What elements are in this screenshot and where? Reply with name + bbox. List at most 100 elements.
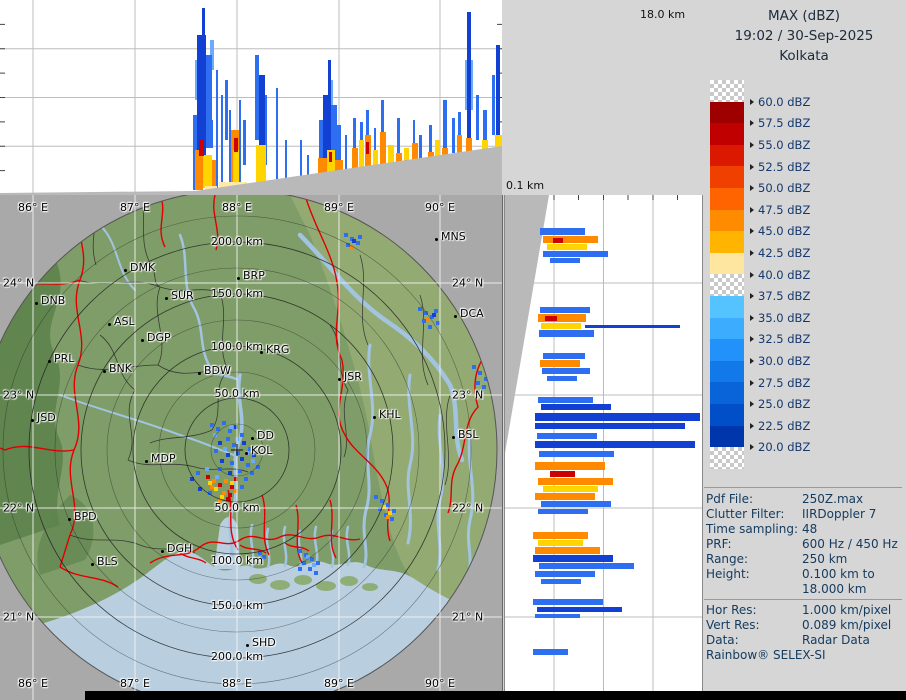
info-column: MAX (dBZ) 19:02 / 30-Sep-2025 Kolkata 60… — [702, 0, 906, 700]
city-marker-dot — [251, 437, 254, 440]
lon-label-top: 86° E — [18, 201, 48, 214]
city-marker-dot — [48, 360, 51, 363]
legend-swatch — [710, 166, 744, 188]
city-marker-dot — [338, 378, 341, 381]
info-block-1: Pdf File:250Z.maxClutter Filter:IIRDoppl… — [706, 492, 904, 597]
lon-label-bottom: 87° E — [120, 677, 150, 690]
city-marker-dot — [68, 518, 71, 521]
legend-entry-label: 52.5 dBZ — [750, 156, 810, 178]
separator — [704, 487, 902, 488]
city-marker-dot — [91, 563, 94, 566]
legend-entry-label: 57.5 dBZ — [750, 112, 810, 134]
legend-entry-label: 22.5 dBZ — [750, 415, 810, 437]
xz-projection-panel — [0, 0, 502, 196]
legend-swatch — [710, 145, 744, 167]
range-ring-label: 50.0 km — [214, 387, 259, 400]
city-label: JSR — [344, 370, 362, 383]
legend-tick-arrow-icon — [750, 99, 754, 105]
legend-label-column: 60.0 dBZ57.5 dBZ55.0 dBZ52.5 dBZ50.0 dBZ… — [750, 80, 900, 469]
legend-swatch — [710, 210, 744, 232]
range-ring-label: 150.0 km — [211, 599, 263, 612]
legend-entry-label: 60.0 dBZ — [750, 91, 810, 113]
city-marker-dot — [161, 550, 164, 553]
city-marker-dot — [246, 644, 249, 647]
lon-label-bottom: 86° E — [18, 677, 48, 690]
city-label: KRG — [266, 343, 289, 356]
legend-tick-arrow-icon — [750, 423, 754, 429]
legend-swatch — [710, 296, 744, 318]
city-label: SHD — [252, 636, 276, 649]
map-labels: 86° E86° E87° E87° E88° E88° E89° E89° E… — [0, 195, 502, 700]
product-title: MAX (dBZ) — [702, 6, 906, 26]
range-ring-label: 200.0 km — [211, 650, 263, 663]
city-label: SUR — [171, 289, 194, 302]
city-marker-dot — [373, 416, 376, 419]
legend-tick-arrow-icon — [750, 120, 754, 126]
lon-label-top: 89° E — [324, 201, 354, 214]
range-ring-label: 100.0 km — [211, 340, 263, 353]
city-marker-dot — [454, 315, 457, 318]
legend-entry-label: 42.5 dBZ — [750, 242, 810, 264]
legend-entry-label: 27.5 dBZ — [750, 372, 810, 394]
city-label: JSD — [37, 411, 56, 424]
legend-tick-arrow-icon — [750, 315, 754, 321]
height-axis-max-label: 18.0 km — [640, 8, 685, 21]
legend-tick-arrow-icon — [750, 272, 754, 278]
legend-tick-arrow-icon — [750, 336, 754, 342]
legend-entry-label: 40.0 dBZ — [750, 264, 810, 286]
city-label: BNK — [109, 362, 132, 375]
legend-entry-label: 45.0 dBZ — [750, 220, 810, 242]
city-marker-dot — [145, 460, 148, 463]
map-panel: 86° E86° E87° E87° E88° E88° E89° E89° E… — [0, 195, 503, 700]
city-marker-dot — [103, 370, 106, 373]
city-marker-dot — [260, 351, 263, 354]
lon-label-top: 90° E — [425, 201, 455, 214]
info-row: 18.000 km — [706, 582, 904, 597]
city-label: KHL — [379, 408, 401, 421]
legend-swatch-column — [710, 80, 744, 469]
lat-label-right: 21° N — [452, 611, 483, 624]
lon-label-top: 88° E — [222, 201, 252, 214]
lat-label-right: 23° N — [452, 389, 483, 402]
legend-entry-label: 30.0 dBZ — [750, 350, 810, 372]
lat-label-right: 24° N — [452, 277, 483, 290]
brand-footer: Rainbow® SELEX-SI — [706, 648, 826, 662]
legend-tick-arrow-icon — [750, 164, 754, 170]
city-label: DMK — [130, 261, 155, 274]
info-row: Range:250 km — [706, 552, 904, 567]
lon-label-bottom: 90° E — [425, 677, 455, 690]
city-label: DNB — [41, 294, 65, 307]
legend-entry-label: 32.5 dBZ — [750, 328, 810, 350]
range-ring-label: 150.0 km — [211, 287, 263, 300]
lon-label-top: 87° E — [120, 201, 150, 214]
city-label: BLS — [97, 555, 118, 568]
city-label: BPD — [74, 510, 97, 523]
city-marker-dot — [31, 419, 34, 422]
city-marker-dot — [124, 269, 127, 272]
info-row: Hor Res:1.000 km/pixel — [706, 603, 904, 618]
range-ring-label: 50.0 km — [214, 501, 259, 514]
legend-tick-arrow-icon — [750, 444, 754, 450]
city-label: MNS — [441, 230, 466, 243]
city-label: DD — [257, 429, 274, 442]
city-label: DGP — [147, 331, 171, 344]
legend-swatch — [710, 253, 744, 275]
legend-swatch — [710, 361, 744, 383]
city-label: ASL — [114, 315, 135, 328]
legend: 60.0 dBZ57.5 dBZ55.0 dBZ52.5 dBZ50.0 dBZ… — [710, 80, 900, 472]
legend-swatch — [710, 447, 744, 469]
info-row: Data:Radar Data — [706, 633, 904, 648]
city-label: DCA — [460, 307, 484, 320]
city-marker-dot — [452, 436, 455, 439]
range-ring-label: 100.0 km — [211, 554, 263, 567]
info-row: PRF:600 Hz / 450 Hz — [706, 537, 904, 552]
yz-projection-panel — [504, 195, 703, 700]
legend-swatch — [710, 426, 744, 448]
legend-entry-label: 25.0 dBZ — [750, 393, 810, 415]
city-marker-dot — [245, 452, 248, 455]
lat-label-left: 23° N — [3, 389, 34, 402]
legend-swatch — [710, 123, 744, 145]
city-marker-dot — [435, 238, 438, 241]
lon-label-bottom: 88° E — [222, 677, 252, 690]
legend-tick-arrow-icon — [750, 228, 754, 234]
